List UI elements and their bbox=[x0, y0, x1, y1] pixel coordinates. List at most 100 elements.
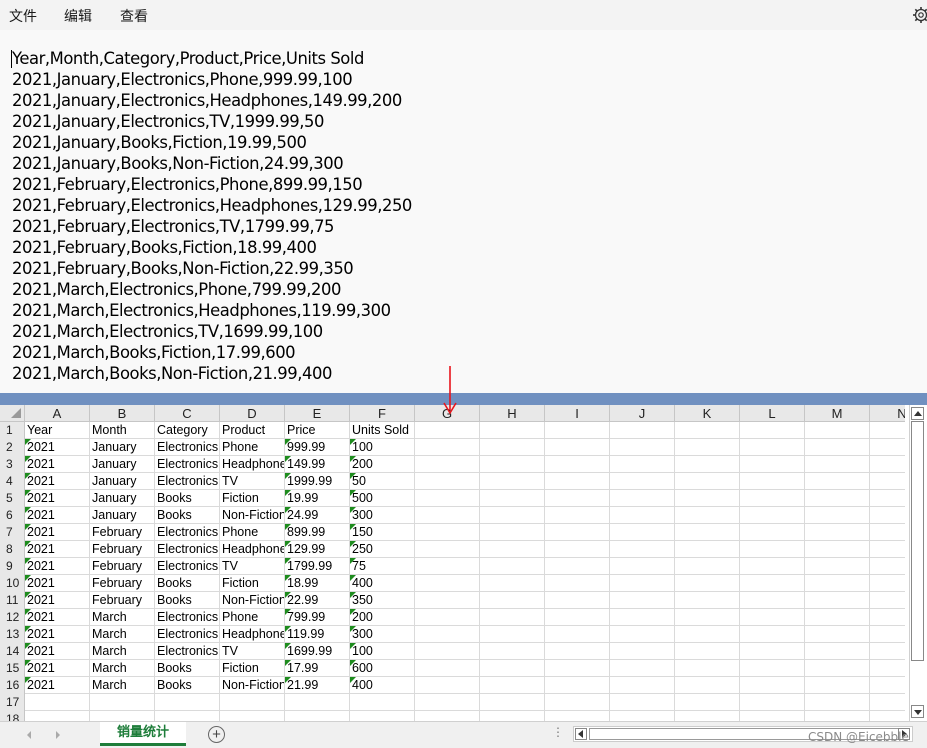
cell[interactable]: Price bbox=[285, 422, 350, 439]
cell[interactable] bbox=[155, 694, 220, 711]
cell[interactable] bbox=[870, 558, 905, 575]
cell[interactable]: 2021 bbox=[25, 592, 90, 609]
cell[interactable] bbox=[740, 609, 805, 626]
cell[interactable]: Fiction bbox=[220, 490, 285, 507]
cell[interactable]: January bbox=[90, 490, 155, 507]
cell[interactable]: Units Sold bbox=[350, 422, 415, 439]
cell[interactable] bbox=[480, 422, 545, 439]
cell[interactable] bbox=[545, 490, 610, 507]
menu-view[interactable]: 查看 bbox=[120, 6, 148, 26]
cell[interactable] bbox=[610, 507, 675, 524]
cell[interactable] bbox=[480, 626, 545, 643]
cell[interactable] bbox=[870, 643, 905, 660]
cell[interactable]: 149.99 bbox=[285, 456, 350, 473]
cell[interactable]: 300 bbox=[350, 507, 415, 524]
cell[interactable] bbox=[415, 541, 480, 558]
cell[interactable] bbox=[805, 694, 870, 711]
cell[interactable]: Electronics bbox=[155, 541, 220, 558]
cell[interactable]: 17.99 bbox=[285, 660, 350, 677]
cell[interactable] bbox=[90, 711, 155, 721]
cell[interactable]: 150 bbox=[350, 524, 415, 541]
cell[interactable]: Books bbox=[155, 507, 220, 524]
cell[interactable] bbox=[610, 524, 675, 541]
cell[interactable] bbox=[740, 524, 805, 541]
cell[interactable] bbox=[805, 575, 870, 592]
cell[interactable] bbox=[870, 677, 905, 694]
cell[interactable] bbox=[610, 575, 675, 592]
row-header[interactable]: 3 bbox=[0, 456, 25, 473]
cell[interactable]: Non-Fiction bbox=[220, 507, 285, 524]
cell[interactable] bbox=[545, 592, 610, 609]
cell[interactable] bbox=[480, 490, 545, 507]
column-header[interactable]: B bbox=[90, 405, 155, 421]
cell[interactable] bbox=[545, 558, 610, 575]
cell[interactable] bbox=[675, 456, 740, 473]
cell[interactable] bbox=[675, 677, 740, 694]
cell[interactable] bbox=[610, 592, 675, 609]
cell[interactable] bbox=[740, 643, 805, 660]
row-header[interactable]: 5 bbox=[0, 490, 25, 507]
cell[interactable] bbox=[675, 524, 740, 541]
cell[interactable]: Electronics bbox=[155, 643, 220, 660]
cell[interactable] bbox=[480, 558, 545, 575]
row-header[interactable]: 16 bbox=[0, 677, 25, 694]
cell[interactable] bbox=[870, 473, 905, 490]
vertical-scroll-thumb[interactable] bbox=[911, 421, 924, 661]
row-header[interactable]: 7 bbox=[0, 524, 25, 541]
cell[interactable] bbox=[415, 422, 480, 439]
cell[interactable]: 2021 bbox=[25, 541, 90, 558]
cell[interactable] bbox=[805, 473, 870, 490]
cell[interactable]: 2021 bbox=[25, 558, 90, 575]
cell[interactable]: February bbox=[90, 575, 155, 592]
cell[interactable]: Headphones bbox=[220, 626, 285, 643]
cell[interactable] bbox=[480, 609, 545, 626]
cell[interactable] bbox=[155, 711, 220, 721]
cell[interactable] bbox=[675, 626, 740, 643]
cell[interactable] bbox=[870, 524, 905, 541]
cell[interactable] bbox=[415, 660, 480, 677]
cell[interactable] bbox=[805, 422, 870, 439]
cell[interactable] bbox=[350, 694, 415, 711]
cell[interactable] bbox=[805, 439, 870, 456]
cell[interactable] bbox=[870, 456, 905, 473]
cell[interactable]: Phone bbox=[220, 609, 285, 626]
cell[interactable] bbox=[675, 473, 740, 490]
cell[interactable] bbox=[610, 609, 675, 626]
cell[interactable] bbox=[480, 694, 545, 711]
cell[interactable] bbox=[415, 507, 480, 524]
cell[interactable] bbox=[870, 439, 905, 456]
column-header[interactable]: F bbox=[350, 405, 415, 421]
row-header[interactable]: 11 bbox=[0, 592, 25, 609]
tab-splitter-icon[interactable]: ⋮ bbox=[552, 725, 564, 739]
cell[interactable] bbox=[25, 711, 90, 721]
cell[interactable] bbox=[805, 490, 870, 507]
cell[interactable] bbox=[610, 660, 675, 677]
cell[interactable] bbox=[480, 660, 545, 677]
cell[interactable] bbox=[870, 490, 905, 507]
row-header[interactable]: 2 bbox=[0, 439, 25, 456]
gear-icon[interactable] bbox=[912, 6, 927, 24]
cell[interactable]: Electronics bbox=[155, 473, 220, 490]
cell[interactable] bbox=[740, 473, 805, 490]
cell[interactable]: TV bbox=[220, 473, 285, 490]
cell[interactable] bbox=[545, 694, 610, 711]
row-header[interactable]: 9 bbox=[0, 558, 25, 575]
cell[interactable]: 18.99 bbox=[285, 575, 350, 592]
cell[interactable] bbox=[675, 609, 740, 626]
cell[interactable]: 24.99 bbox=[285, 507, 350, 524]
cell[interactable] bbox=[415, 609, 480, 626]
cell[interactable] bbox=[610, 473, 675, 490]
cell[interactable] bbox=[610, 456, 675, 473]
cell[interactable] bbox=[805, 541, 870, 558]
cell[interactable] bbox=[675, 575, 740, 592]
cell[interactable] bbox=[805, 711, 870, 721]
cell[interactable]: Electronics bbox=[155, 456, 220, 473]
cell[interactable] bbox=[480, 592, 545, 609]
cell[interactable] bbox=[870, 626, 905, 643]
cell[interactable]: 999.99 bbox=[285, 439, 350, 456]
cell[interactable]: Phone bbox=[220, 439, 285, 456]
scroll-down-arrow-icon[interactable] bbox=[911, 705, 924, 718]
cell[interactable] bbox=[545, 422, 610, 439]
cell[interactable] bbox=[480, 711, 545, 721]
cell[interactable]: 2021 bbox=[25, 575, 90, 592]
